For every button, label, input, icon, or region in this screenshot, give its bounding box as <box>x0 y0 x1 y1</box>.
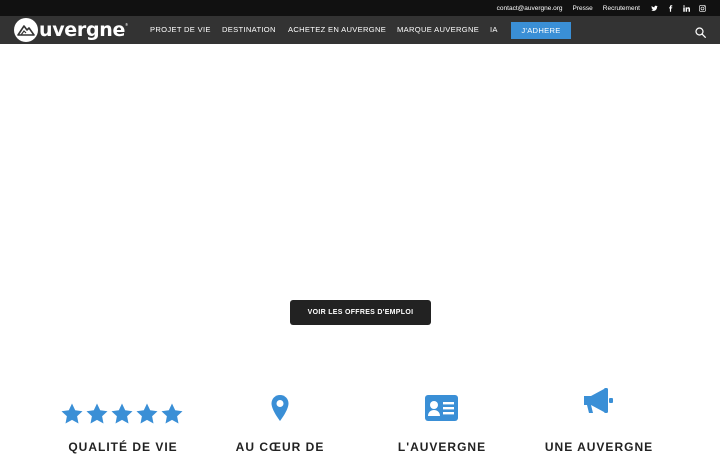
logo-registered-mark: ® <box>125 22 129 27</box>
top-links: contact@auvergne.org Presse Recrutement <box>487 0 710 16</box>
nav-marque-auvergne[interactable]: MARQUE AUVERGNE <box>397 16 479 44</box>
id-card-icon <box>424 394 459 422</box>
nav-achetez-en-auvergne[interactable]: ACHETEZ EN AUVERGNE <box>288 16 386 44</box>
twitter-icon[interactable] <box>646 0 662 16</box>
feature-title-auvergne: L'AUVERGNE <box>397 440 487 454</box>
press-link[interactable]: Presse <box>573 5 593 12</box>
join-button[interactable]: J'ADHERE <box>511 22 571 39</box>
job-offers-button[interactable]: VOIR LES OFFRES D'EMPLOI <box>290 300 431 325</box>
five-stars-icon <box>60 402 185 426</box>
facebook-icon[interactable] <box>662 0 678 16</box>
logo-mountain-icon <box>14 18 38 42</box>
feature-title-une-auvergne: UNE AUVERGNE <box>544 440 654 454</box>
instagram-icon[interactable] <box>694 0 710 16</box>
jobs-link[interactable]: Recrutement <box>603 5 640 12</box>
linkedin-icon[interactable] <box>678 0 694 16</box>
site-logo[interactable]: uvergne ® <box>14 18 128 42</box>
location-pin-icon <box>270 394 290 422</box>
contact-email-link[interactable]: contact@auvergne.org <box>497 5 563 12</box>
feature-title-quality: QUALITÉ DE VIE <box>68 440 178 454</box>
nav-destination[interactable]: DESTINATION <box>222 16 276 44</box>
feature-title-heart: AU CŒUR DE <box>235 440 325 454</box>
megaphone-icon <box>582 387 614 415</box>
search-icon[interactable] <box>695 25 706 38</box>
nav-projet-de-vie[interactable]: PROJET DE VIE <box>150 16 211 44</box>
logo-wordmark: uvergne <box>39 19 126 41</box>
top-bar: contact@auvergne.org Presse Recrutement <box>0 0 720 16</box>
nav-ia[interactable]: IA <box>490 16 498 44</box>
main-navbar: uvergne ® PROJET DE VIE DESTINATION ACHE… <box>0 16 720 44</box>
